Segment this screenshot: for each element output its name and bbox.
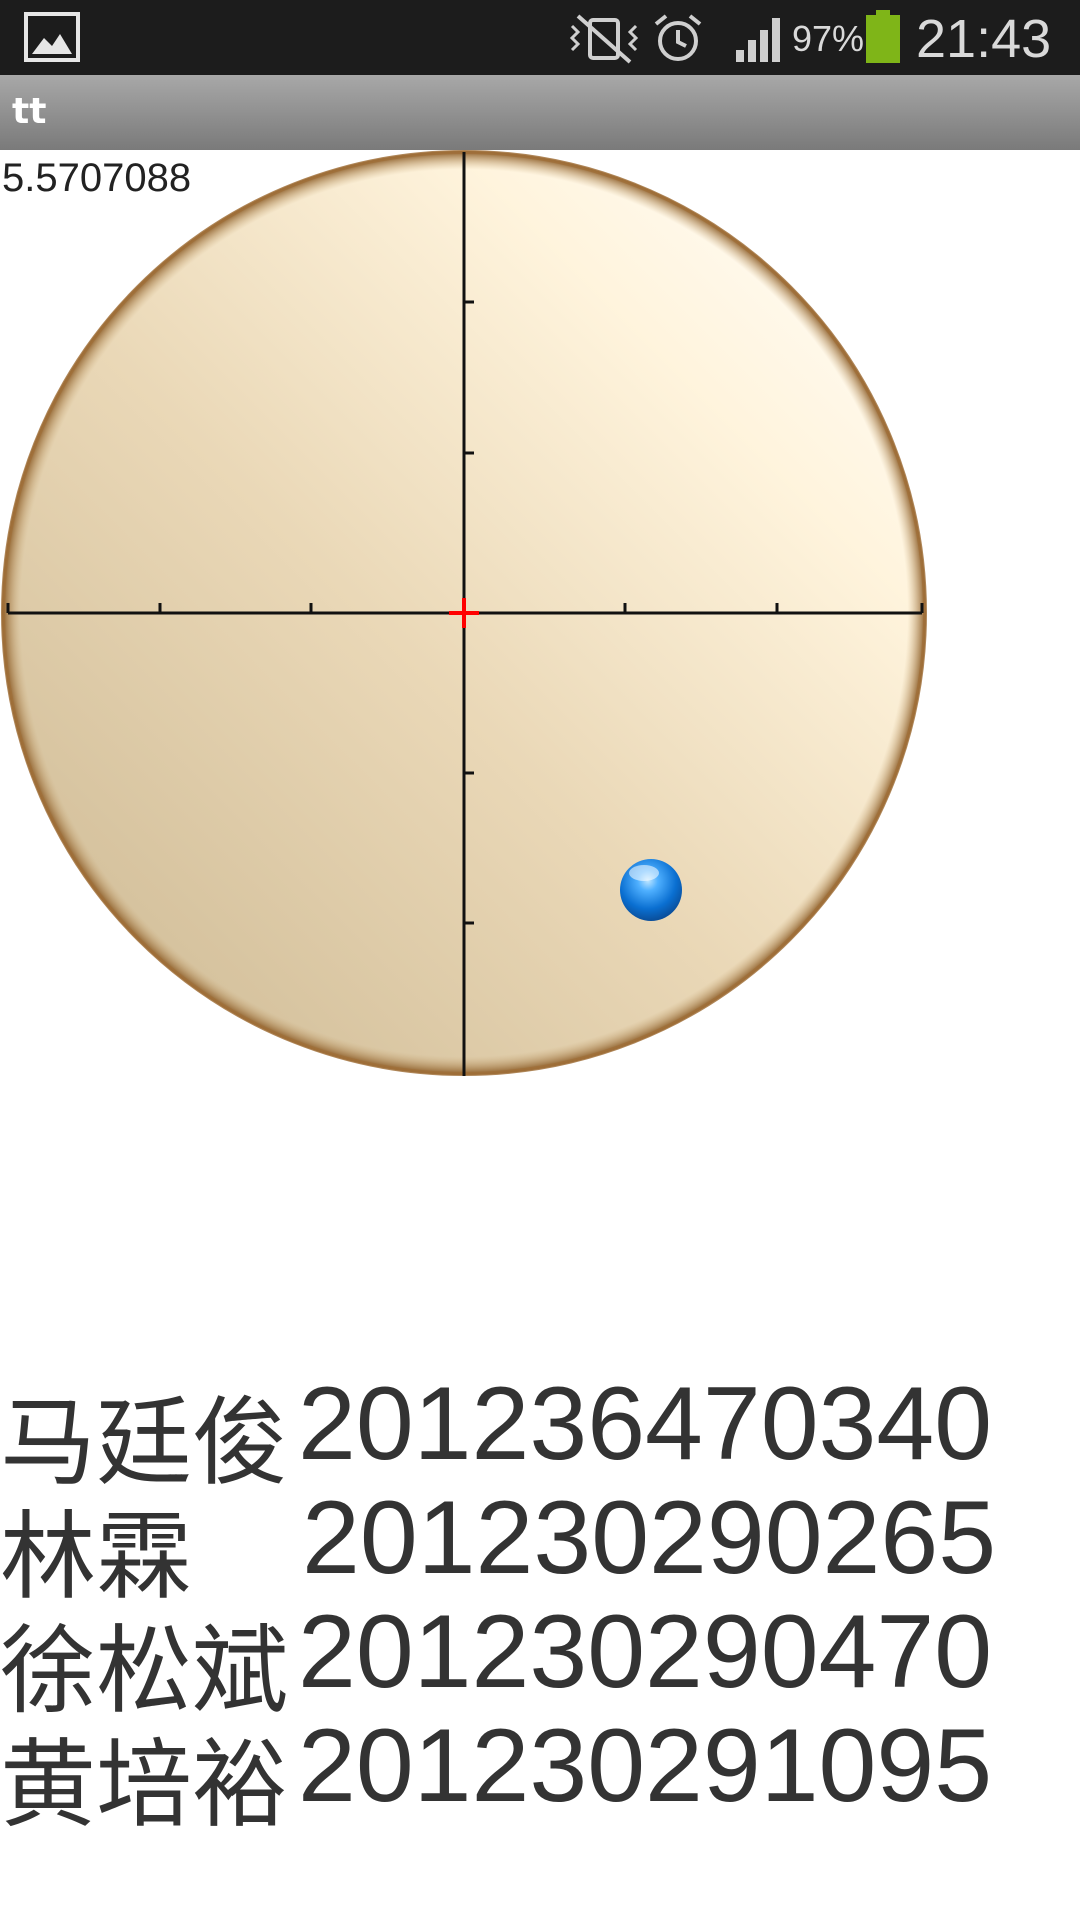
credit-row: 林霖 201230290265 (0, 1479, 1000, 1613)
battery-percent: 97% (792, 18, 865, 59)
blue-ball-icon (620, 859, 682, 921)
credit-row: 马廷俊 201236470340 (0, 1365, 1000, 1499)
signal-icon (736, 18, 780, 62)
vibrate-off-icon (569, 14, 639, 64)
gallery-icon (24, 12, 80, 62)
status-bar: 97% 21:43 (0, 0, 1080, 75)
credit-row: 徐松斌 201230290470 (0, 1593, 1000, 1727)
angle-readout: 5.5707088 (2, 156, 192, 200)
battery-icon (866, 10, 900, 63)
credit-id: 201230291095 (298, 1708, 993, 1824)
credit-name: 黄培裕 (0, 1729, 288, 1841)
credit-row: 黄培裕 201230291095 (0, 1707, 1000, 1841)
bubble-level (1, 150, 927, 1076)
credit-id: 201230290470 (298, 1594, 993, 1710)
credits-list: 马廷俊 201236470340 林霖 201230290265 徐松斌 201… (0, 1365, 1000, 1841)
credit-id: 201230290265 (302, 1480, 997, 1596)
clock: 21:43 (916, 9, 1052, 69)
app-title: tt (12, 91, 47, 132)
alarm-icon (654, 14, 702, 61)
credit-id: 201236470340 (298, 1366, 993, 1482)
app-title-bar: tt (0, 75, 1080, 150)
